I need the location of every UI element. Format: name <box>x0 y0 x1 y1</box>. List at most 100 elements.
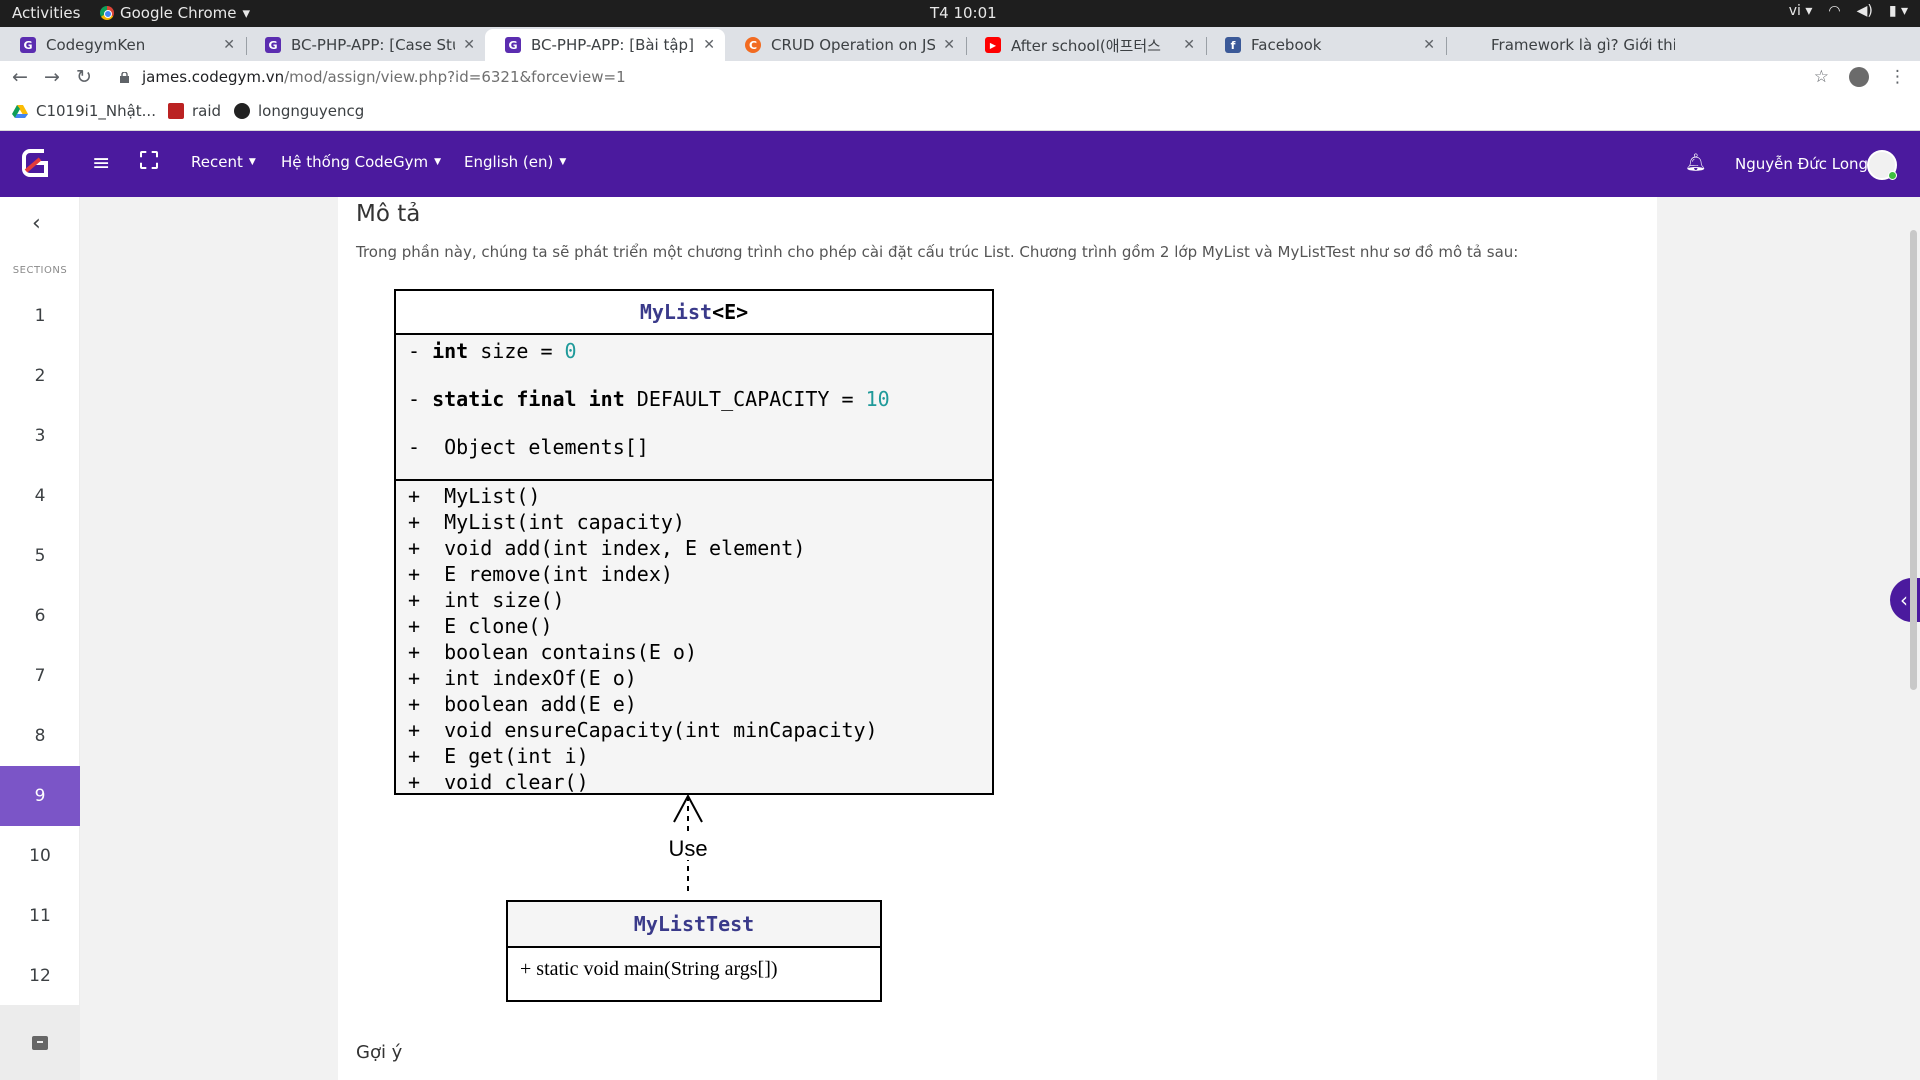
codegym-logo[interactable] <box>20 145 56 181</box>
youtube-favicon-icon: ▶ <box>985 37 1001 53</box>
reload-icon[interactable]: ↻ <box>76 66 92 88</box>
archive-button[interactable] <box>0 1005 80 1080</box>
close-icon[interactable]: ✕ <box>463 37 475 53</box>
profile-avatar-icon[interactable] <box>1849 67 1869 87</box>
battery-icon: ▮ ▾ <box>1888 3 1908 19</box>
field-value: 10 <box>865 387 890 411</box>
uml-fields: - int size = 0 - static final int DEFAUL… <box>396 335 992 481</box>
tab-crud-json[interactable]: C CRUD Operation on JSON ✕ <box>725 29 965 61</box>
section-item-7[interactable]: 7 <box>0 646 80 706</box>
field-name: DEFAULT_CAPACITY = <box>624 387 866 411</box>
tab-framework[interactable]: Framework là gì? Giới thiệ <box>1445 29 1685 61</box>
close-icon[interactable]: ✕ <box>1183 37 1195 53</box>
caret-down-icon: ▼ <box>248 157 256 167</box>
tab-title: Facebook <box>1251 36 1322 54</box>
menu-label: Recent <box>191 153 243 171</box>
back-arrow-icon[interactable]: ← <box>12 66 28 88</box>
crud-favicon-icon: C <box>745 37 761 53</box>
field-name: size = <box>468 339 565 363</box>
close-icon[interactable]: ✕ <box>703 37 715 53</box>
system-tray[interactable]: vi ▾ ◠ ◀) ▮ ▾ <box>1789 3 1908 19</box>
bookmark-raid[interactable]: raid <box>168 102 221 120</box>
omnibox[interactable]: james.codegym.vn/mod/assign/view.php?id=… <box>118 64 1818 92</box>
section-item-2[interactable]: 2 <box>0 346 80 406</box>
forward-arrow-icon[interactable]: → <box>44 66 60 88</box>
uml-relation-label: Use <box>668 836 708 861</box>
bookmark-star-icon[interactable]: ☆ <box>1814 67 1829 87</box>
fullscreen-icon[interactable] <box>140 151 158 169</box>
bookmark-label: C1019i1_Nhật... <box>36 102 156 120</box>
tab-title: BC-PHP-APP: [Case Study] <box>291 36 455 54</box>
close-icon[interactable]: ✕ <box>223 37 235 53</box>
section-item-6[interactable]: 6 <box>0 586 80 646</box>
facebook-favicon-icon: f <box>1225 37 1241 53</box>
tab-after-school[interactable]: ▶ After school(애프터스 ✕ <box>965 29 1205 61</box>
system-top-bar: Activities Google Chrome ▾ T4 10:01 vi ▾… <box>0 0 1920 27</box>
section-item-3[interactable]: 3 <box>0 406 80 466</box>
menu-label: English (en) <box>464 153 554 171</box>
app-name: Google Chrome <box>120 4 237 22</box>
clock[interactable]: T4 10:01 <box>930 4 997 22</box>
activities-button[interactable]: Activities <box>12 4 80 22</box>
tab-title: CodegymKen <box>46 36 146 54</box>
section-item-12[interactable]: 12 <box>0 946 80 1006</box>
caret-down-icon: ▼ <box>434 157 442 167</box>
drive-icon <box>12 103 28 119</box>
chrome-icon <box>100 6 114 20</box>
field-type: static final int <box>432 387 625 411</box>
volume-icon: ◀) <box>1856 3 1873 19</box>
tab-case-study[interactable]: G BC-PHP-APP: [Case Study] ✕ <box>245 29 485 61</box>
method-item: + MyList() <box>408 484 541 508</box>
notification-bell-icon[interactable]: 🔔︎ <box>1685 153 1707 173</box>
language-label: vi <box>1788 3 1801 19</box>
tab-title: CRUD Operation on JSON <box>771 36 936 54</box>
uml-class-mylisttest: MyListTest + static void main(String arg… <box>506 900 882 1002</box>
caret-down-icon: ▼ <box>559 157 567 167</box>
raid-icon <box>168 103 184 119</box>
page-gutter-right <box>1657 197 1920 1080</box>
wifi-icon: ◠ <box>1828 3 1841 19</box>
method-item: + MyList(int capacity) <box>408 510 685 534</box>
tab-codegymken[interactable]: G CodegymKen ✕ <box>0 29 245 61</box>
codegym-system-menu[interactable]: Hệ thống CodeGym ▼ <box>281 153 441 171</box>
url-domain: james.codegym.vn <box>142 68 285 86</box>
section-item-5[interactable]: 5 <box>0 526 80 586</box>
method-item: + boolean add(E e) <box>408 692 637 716</box>
section-item-10[interactable]: 10 <box>0 826 80 886</box>
menu-label: Hệ thống CodeGym <box>281 153 429 171</box>
archive-icon <box>32 1035 48 1050</box>
section-item-8[interactable]: 8 <box>0 706 80 766</box>
browser-toolbar: ← → ↻ james.codegym.vn/mod/assign/view.p… <box>0 61 1920 95</box>
user-name[interactable]: Nguyễn Đức Long <box>1735 155 1868 173</box>
class-generic: <E> <box>712 300 749 324</box>
bookmark-longnguyencg[interactable]: longnguyencg <box>234 102 364 120</box>
field-size: - int size = 0 <box>408 339 980 387</box>
close-icon[interactable]: ✕ <box>1423 37 1435 53</box>
section-item-1[interactable]: 1 <box>0 286 80 346</box>
codegym-favicon-icon: G <box>265 37 281 53</box>
sections-label: SECTIONS <box>12 265 68 276</box>
close-icon[interactable]: ✕ <box>943 37 955 53</box>
field-name: Object elements[] <box>432 435 649 459</box>
recent-menu[interactable]: Recent ▼ <box>191 153 256 171</box>
method-item: + void ensureCapacity(int minCapacity) <box>408 718 878 742</box>
hamburger-menu-icon[interactable]: ≡ <box>92 151 110 176</box>
field-type: int <box>432 339 469 363</box>
tab-strip: G CodegymKen ✕ G BC-PHP-APP: [Case Study… <box>0 27 1920 83</box>
page-scrollbar[interactable] <box>1910 230 1917 690</box>
section-item-9[interactable]: 9 <box>0 766 80 826</box>
tab-bai-tap-active[interactable]: G BC-PHP-APP: [Bài tập] Tri ✕ <box>485 29 725 61</box>
uml-class-mylist: MyList<E> - int size = 0 - static final … <box>394 289 994 795</box>
method-item: + E get(int i) <box>408 744 589 768</box>
language-indicator[interactable]: vi ▾ <box>1789 3 1813 19</box>
bookmark-c1019i1[interactable]: C1019i1_Nhật... <box>12 102 156 120</box>
language-menu[interactable]: English (en) ▼ <box>464 153 566 171</box>
section-item-4[interactable]: 4 <box>0 466 80 526</box>
app-menu[interactable]: Google Chrome ▾ <box>100 4 250 22</box>
tab-facebook[interactable]: f Facebook ✕ <box>1205 29 1445 61</box>
chevron-left-icon[interactable]: ‹ <box>32 211 41 236</box>
bookmark-label: longnguyencg <box>258 102 365 120</box>
method-item: + E remove(int index) <box>408 562 673 586</box>
kebab-menu-icon[interactable]: ⋮ <box>1889 67 1906 87</box>
section-item-11[interactable]: 11 <box>0 886 80 946</box>
